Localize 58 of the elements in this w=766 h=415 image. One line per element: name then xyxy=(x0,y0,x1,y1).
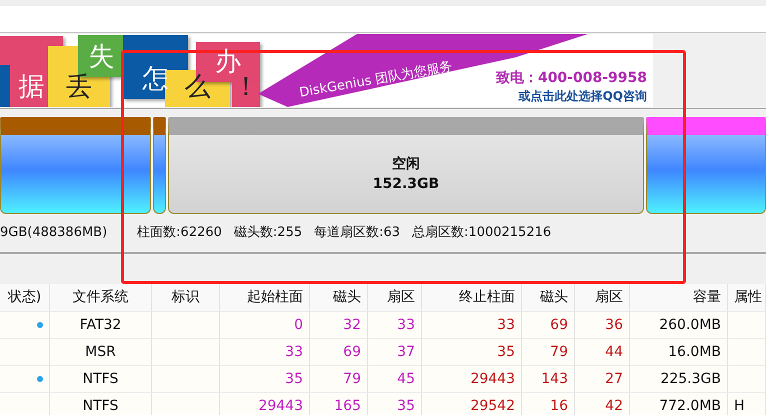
free-space-label: 空闲 152.3GB xyxy=(372,154,440,194)
table-cell: 33 xyxy=(220,339,310,366)
table-cell: 32 xyxy=(310,312,368,339)
table-cell: 35 xyxy=(220,366,310,393)
table-cell: 143 xyxy=(522,366,575,393)
table-cell: 29542 xyxy=(422,393,522,415)
column-header[interactable]: 属性 xyxy=(728,284,766,312)
table-cell: NTFS xyxy=(50,393,152,415)
table-cell: 27 xyxy=(575,366,630,393)
column-header[interactable]: 磁头 xyxy=(310,284,368,312)
column-header[interactable]: 起始柱面 xyxy=(220,284,310,312)
table-cell: 36 xyxy=(575,312,630,339)
table-cell: 79 xyxy=(522,339,575,366)
disk-info: 总扇区数:1000215216 xyxy=(412,224,552,242)
table-cell: 44 xyxy=(575,339,630,366)
banner-character: 据 xyxy=(18,72,44,104)
table-cell: 16.0MB xyxy=(630,339,728,366)
table-cell: 33 xyxy=(368,312,422,339)
free-space-segment[interactable]: 空闲 152.3GB xyxy=(168,117,644,214)
disk-info: 磁头数:255 xyxy=(234,224,302,242)
column-header[interactable]: 扇区 xyxy=(368,284,422,312)
banner-character: 丢 xyxy=(66,72,92,104)
column-header[interactable]: 文件系统 xyxy=(50,284,152,312)
column-header[interactable]: 状态) xyxy=(0,284,50,312)
table-cell: 37 xyxy=(368,339,422,366)
table-cell: 29443 xyxy=(422,366,522,393)
table-cell: 0 xyxy=(220,312,310,339)
table-cell: 33 xyxy=(422,312,522,339)
table-cell: 35 xyxy=(422,339,522,366)
column-header[interactable]: 扇区 xyxy=(575,284,630,312)
column-header[interactable]: 终止柱面 xyxy=(422,284,522,312)
table-cell: 69 xyxy=(310,339,368,366)
table-cell: 42 xyxy=(575,393,630,415)
disk-info: 柱面数:62260 xyxy=(137,224,222,242)
banner-character: 么 xyxy=(184,72,210,104)
column-header[interactable]: 磁头 xyxy=(522,284,575,312)
banner-tagline: DiskGenius 团队为您服务 xyxy=(298,58,454,102)
table-cell: FAT32 xyxy=(50,312,152,339)
table-cell: 772.0MB xyxy=(630,393,728,415)
table-cell: 165 xyxy=(310,393,368,415)
table-cell: 260.0MB xyxy=(630,312,728,339)
table-cell: NTFS xyxy=(50,366,152,393)
table-cell: H xyxy=(728,393,766,415)
table-cell: MSR xyxy=(50,339,152,366)
column-header[interactable]: 容量 xyxy=(630,284,728,312)
column-header[interactable]: 标识 xyxy=(152,284,220,312)
disk-info: 9GB(488386MB) xyxy=(0,224,108,242)
table-cell: 29443 xyxy=(220,393,310,415)
qq-link[interactable]: 或点击此处选择QQ咨询 xyxy=(518,88,647,105)
phone-number: 致电：400-008-9958 xyxy=(496,69,647,87)
table-cell: 35 xyxy=(368,393,422,415)
table-cell: 69 xyxy=(522,312,575,339)
table-cell: 79 xyxy=(310,366,368,393)
banner-character: 失 xyxy=(88,42,114,74)
table-cell: 225.3GB xyxy=(630,366,728,393)
disk-info: 每道扇区数:63 xyxy=(314,224,400,242)
table-cell: 45 xyxy=(368,366,422,393)
table-cell: 16 xyxy=(522,393,575,415)
